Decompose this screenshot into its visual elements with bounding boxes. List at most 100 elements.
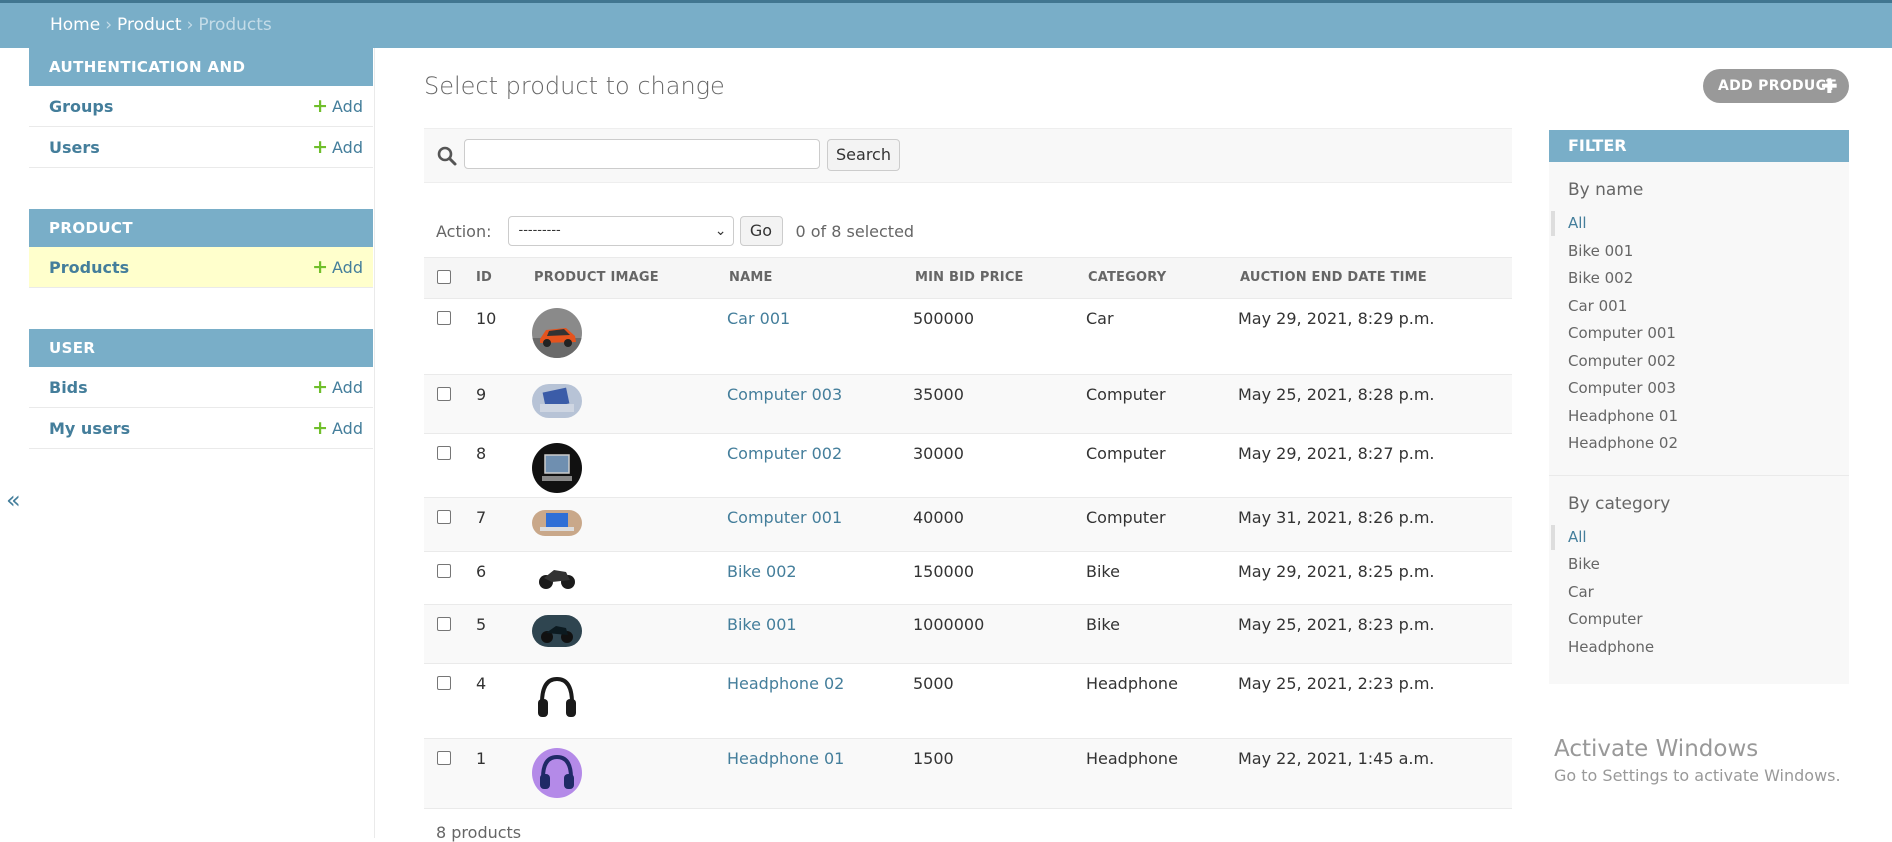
filter-panel: FILTER By name All Bike 001 Bike 002 Car… <box>1549 130 1849 684</box>
filter-item[interactable]: Headphone <box>1549 634 1849 662</box>
add-groups-link[interactable]: + Add <box>312 94 363 117</box>
filter-item[interactable]: Computer 003 <box>1549 375 1849 403</box>
table-row: 7 Computer 001 40000 Computer May 31, 20… <box>424 498 1512 552</box>
add-product-button[interactable]: ADD PRODUCT ✚ <box>1703 69 1849 103</box>
product-link[interactable]: Computer 003 <box>727 385 842 404</box>
product-thumbnail <box>532 443 582 493</box>
activate-windows-watermark: Activate Windows Go to Settings to activ… <box>1554 736 1841 785</box>
filter-item[interactable]: Computer 001 <box>1549 320 1849 348</box>
row-category: Computer <box>1086 444 1166 463</box>
row-date: May 25, 2021, 8:28 p.m. <box>1238 385 1435 404</box>
plus-icon: + <box>312 94 329 117</box>
sidebar-item-my-users: My users + Add <box>29 408 373 449</box>
row-checkbox[interactable] <box>437 676 451 690</box>
add-my-users-link[interactable]: + Add <box>312 416 363 439</box>
sidebar-item-users-link[interactable]: Users <box>49 138 100 157</box>
add-products-link[interactable]: + Add <box>312 257 363 277</box>
plus-icon: + <box>312 416 329 439</box>
row-category: Car <box>1086 309 1114 328</box>
column-header-category[interactable]: CATEGORY <box>1088 270 1166 285</box>
filter-item[interactable]: Headphone 02 <box>1549 430 1849 458</box>
filter-item[interactable]: Computer 002 <box>1549 348 1849 376</box>
page-title: Select product to change <box>424 72 725 100</box>
table-row: 10 Car 001 500000 Car May 29, 2021, 8:29… <box>424 299 1512 375</box>
row-id: 9 <box>476 385 487 404</box>
product-link[interactable]: Bike 001 <box>727 615 797 634</box>
row-checkbox[interactable] <box>437 510 451 524</box>
product-thumbnail <box>532 560 582 594</box>
product-link[interactable]: Headphone 02 <box>727 674 844 693</box>
module-caption[interactable]: PRODUCT <box>29 209 373 247</box>
filter-item[interactable]: Car 001 <box>1549 293 1849 321</box>
search-input[interactable] <box>464 139 820 169</box>
row-date: May 29, 2021, 8:27 p.m. <box>1238 444 1435 463</box>
row-id: 5 <box>476 615 487 634</box>
row-checkbox[interactable] <box>437 617 451 631</box>
chevron-down-icon: ⌄ <box>714 223 727 239</box>
column-header-auction-end[interactable]: AUCTION END DATE TIME <box>1240 270 1427 285</box>
product-link[interactable]: Headphone 01 <box>727 749 844 768</box>
row-category: Computer <box>1086 508 1166 527</box>
product-link[interactable]: Car 001 <box>727 309 790 328</box>
filter-item[interactable]: Bike <box>1549 551 1849 579</box>
add-users-link[interactable]: + Add <box>312 137 363 157</box>
row-price: 5000 <box>913 674 954 693</box>
column-header-id[interactable]: ID <box>476 270 492 285</box>
row-checkbox[interactable] <box>437 751 451 765</box>
filter-item[interactable]: Bike 002 <box>1549 265 1849 293</box>
row-checkbox[interactable] <box>437 387 451 401</box>
sidebar-item-groups-link[interactable]: Groups <box>49 97 113 116</box>
product-link[interactable]: Bike 002 <box>727 562 797 581</box>
product-link[interactable]: Computer 001 <box>727 508 842 527</box>
search-button[interactable]: Search <box>827 139 900 171</box>
breadcrumb-product[interactable]: Product <box>117 15 182 35</box>
product-thumbnail <box>532 308 582 358</box>
column-header-name[interactable]: NAME <box>729 270 773 285</box>
product-thumbnail <box>532 748 582 798</box>
plus-icon: + <box>312 375 329 398</box>
row-checkbox[interactable] <box>437 564 451 578</box>
table-row: 1 Headphone 01 1500 Headphone May 22, 20… <box>424 739 1512 809</box>
filter-heading-name: By name <box>1568 180 1644 200</box>
go-button[interactable]: Go <box>739 216 783 246</box>
module-caption[interactable]: AUTHENTICATION AND AUTHORIZATION <box>29 48 373 114</box>
row-price: 1000000 <box>913 615 985 634</box>
row-price: 40000 <box>913 508 964 527</box>
filter-item[interactable]: All <box>1549 524 1849 552</box>
action-select[interactable]: --------- ⌄ <box>507 216 734 246</box>
product-thumbnail <box>532 615 582 647</box>
row-category: Computer <box>1086 385 1166 404</box>
row-checkbox[interactable] <box>437 311 451 325</box>
row-id: 10 <box>476 309 497 328</box>
row-date: May 25, 2021, 8:23 p.m. <box>1238 615 1435 634</box>
select-all-checkbox[interactable] <box>437 270 451 284</box>
row-checkbox[interactable] <box>437 446 451 460</box>
table-row: 9 Computer 003 35000 Computer May 25, 20… <box>424 375 1512 434</box>
column-header-min-bid-price[interactable]: MIN BID PRICE <box>915 270 1024 285</box>
sidebar-item-my-users-link[interactable]: My users <box>49 419 130 438</box>
filter-item[interactable]: Computer <box>1549 606 1849 634</box>
filter-item[interactable]: Car <box>1549 579 1849 607</box>
row-id: 8 <box>476 444 487 463</box>
filter-item[interactable]: Headphone 01 <box>1549 403 1849 431</box>
filter-item[interactable]: Bike 001 <box>1549 238 1849 266</box>
actions-bar: Action: --------- ⌄ Go 0 of 8 selected <box>436 214 914 248</box>
selection-counter: 0 of 8 selected <box>795 221 915 241</box>
collapse-sidebar-button[interactable]: « <box>6 486 21 514</box>
row-price: 35000 <box>913 385 964 404</box>
add-bids-link[interactable]: + Add <box>312 375 363 398</box>
module-caption[interactable]: USER <box>29 329 373 367</box>
row-date: May 25, 2021, 2:23 p.m. <box>1238 674 1435 693</box>
column-header-product-image[interactable]: PRODUCT IMAGE <box>534 270 659 285</box>
product-link[interactable]: Computer 002 <box>727 444 842 463</box>
row-date: May 29, 2021, 8:25 p.m. <box>1238 562 1435 581</box>
row-price: 30000 <box>913 444 964 463</box>
filter-item[interactable]: All <box>1549 210 1849 238</box>
row-id: 4 <box>476 674 487 693</box>
row-date: May 22, 2021, 1:45 a.m. <box>1238 749 1435 768</box>
module-product: PRODUCT Products + Add <box>29 209 373 288</box>
sidebar-item-bids-link[interactable]: Bids <box>49 378 88 397</box>
product-thumbnail <box>532 510 582 536</box>
sidebar-item-products-link[interactable]: Products <box>49 258 129 277</box>
breadcrumb-home[interactable]: Home <box>50 15 100 35</box>
